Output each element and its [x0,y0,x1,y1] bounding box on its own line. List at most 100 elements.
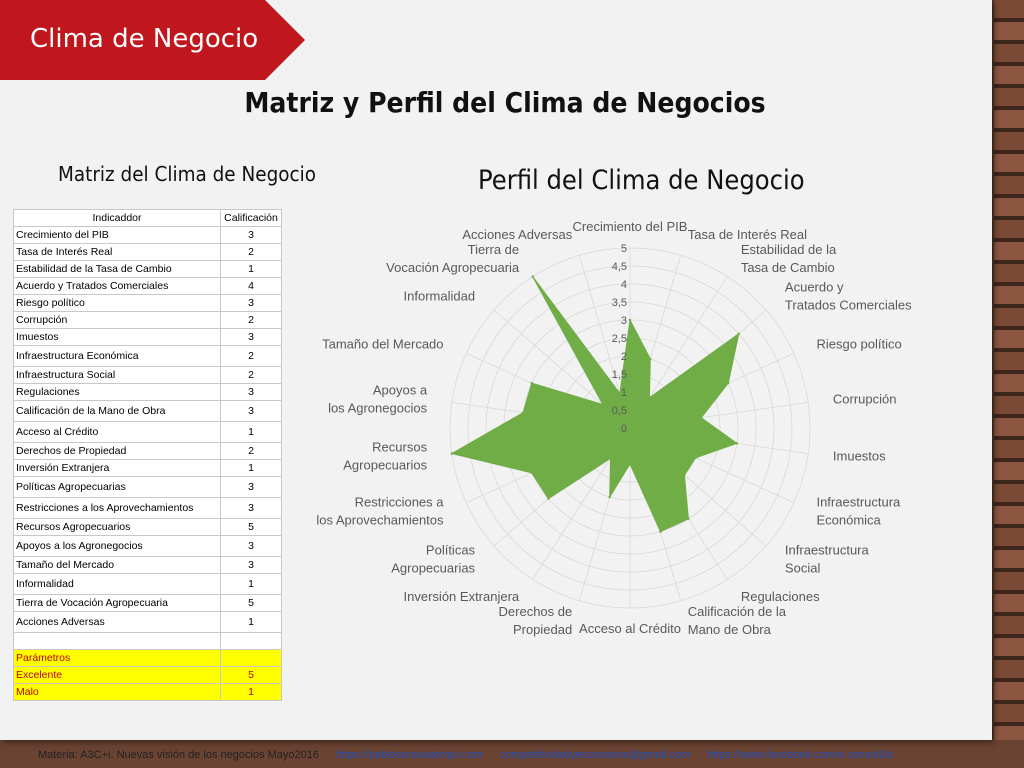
category-label: Tierra de [468,242,520,257]
rating-cell: 2 [220,442,282,460]
category-label: Agropecuarias [391,561,475,576]
data-point [735,442,739,445]
category-label: Informalidad [404,288,476,303]
tick-label: 5 [621,243,627,255]
category-label: Tasa de Cambio [741,260,835,275]
indicator-cell: Calificación de la Mano de Obra [13,400,221,422]
indicator-cell: Crecimiento del PIB [13,226,221,244]
data-point [628,318,632,322]
category-label: Acceso al Crédito [579,621,681,636]
category-label: Social [785,561,821,576]
category-label: Infraestructura [785,543,870,558]
table-row: Regulaciones 3 [13,383,282,401]
category-label: Riesgo político [816,337,901,352]
category-label: los Aprovechamientos [316,512,444,527]
data-point [659,530,662,533]
indicator-cell: Indicaddor [13,209,221,227]
rating-cell: 5 [220,594,282,612]
data-point [628,462,632,466]
params-header-row: Parámetros [13,649,282,667]
category-label: Agropecuarios [343,458,427,473]
category-label: Infraestructura [816,494,901,509]
table-row: Crecimiento del PIB 3 [13,226,282,244]
data-point [727,381,730,385]
rating-cell: 2 [220,311,282,329]
table-row: Derechos de Propiedad 2 [13,442,282,460]
rating-cell: 1 [220,421,282,443]
indicator-cell: Informalidad [13,573,221,595]
data-point [609,457,612,460]
params-row: Malo 1 [13,683,282,701]
category-label: Apoyos a [373,382,428,397]
rating-cell: 1 [220,459,282,477]
rating-cell: 1 [220,260,282,278]
rating-cell: 2 [220,345,282,367]
indicator-cell: Infraestructura Social [13,366,221,384]
indicator-cell: Acciones Adversas [13,611,221,633]
indicator-cell: Tierra de Vocación Agropecuaria [13,594,221,612]
indicator-cell: Imuestos [13,328,221,346]
category-label: Crecimiento del PIB [573,219,688,234]
rating-cell: 3 [220,226,282,244]
table-row: Informalidad 1 [13,573,282,595]
table-row: Infraestructura Económica 2 [13,345,282,367]
category-label: Políticas [426,543,476,558]
page-title: Matriz y Perfil del Clima de Negocios [244,86,766,119]
category-label: Tasa de Interés Real [688,227,807,242]
data-point [547,497,550,500]
rating-cell: 3 [220,476,282,498]
indicator-cell: Infraestructura Económica [13,345,221,367]
table-row: Restricciones a los Aprovechamientos 3 [13,497,282,519]
table-row: Estabilidad de la Tasa de Cambio 1 [13,260,282,278]
indicator-cell: Riesgo político [13,294,221,312]
tick-label: 2 [621,351,627,363]
rating-cell: 3 [220,556,282,574]
category-label: Tratados Comerciales [785,297,912,312]
indicator-cell: Malo [13,683,221,701]
tick-label: 0,5 [612,405,627,417]
table-row: Inversión Extranjera 1 [13,459,282,477]
data-point [694,456,697,460]
data-point [649,357,652,361]
matrix-title: Matriz del Clima de Negocio [58,162,316,186]
rating-cell: 2 [220,243,282,261]
indicator-cell: Acceso al Crédito [13,421,221,443]
indicator-cell: Apoyos a los Agronegocios [13,535,221,557]
indicator-cell: Corrupción [13,311,221,329]
params-label: Parámetros [13,649,221,667]
tick-label: 3,5 [612,297,627,309]
table-row: Calificación de la Mano de Obra 3 [13,400,282,422]
rating-cell: 1 [220,611,282,633]
indicator-cell: Inversión Extranjera [13,459,221,477]
rating-cell: Calificación [220,209,282,227]
category-label: Estabilidad de la [741,242,837,257]
table-row: Acciones Adversas 1 [13,611,282,633]
category-label: Regulaciones [741,589,820,604]
tick-label: 1,5 [612,369,627,381]
tick-label: 4 [621,279,627,291]
category-label: los Agronegocios [328,400,428,415]
footer-link-web[interactable]: https://pabloseraviatorojo.com [336,749,483,761]
radar-chart: 0 0,5 1 1,5 2 2,5 3 3,5 4 4,5 5 Crecimiento del PIB… [316,219,912,637]
table-row: Apoyos a los Agronegocios 3 [13,535,282,557]
data-point [530,381,533,385]
table-row: Tamaño del Mercado 3 [13,556,282,574]
category-label: Tamaño del Mercado [322,337,443,352]
data-point [700,416,703,419]
table-row: Tasa de Interés Real 2 [13,243,282,261]
data-point [450,452,454,455]
data-point [531,275,534,278]
rating-cell: 1 [220,683,282,701]
table-row: Infraestructura Social 2 [13,366,282,384]
footer-link-email[interactable]: competitividadyescenarios@gmail.com [500,749,690,761]
category-label: Recursos [372,440,427,455]
footer-link-facebook[interactable]: https://www.facebook.com/e.consult3c [707,749,893,761]
category-label: Mano de Obra [688,622,772,637]
rating-cell: 3 [220,294,282,312]
rating-cell: 5 [220,518,282,536]
chart-title: Perfil del Clima de Negocio [478,165,805,196]
category-label: Corrupción [833,391,897,406]
data-point [648,396,651,399]
data-point [687,517,690,521]
rating-cell: 3 [220,400,282,422]
